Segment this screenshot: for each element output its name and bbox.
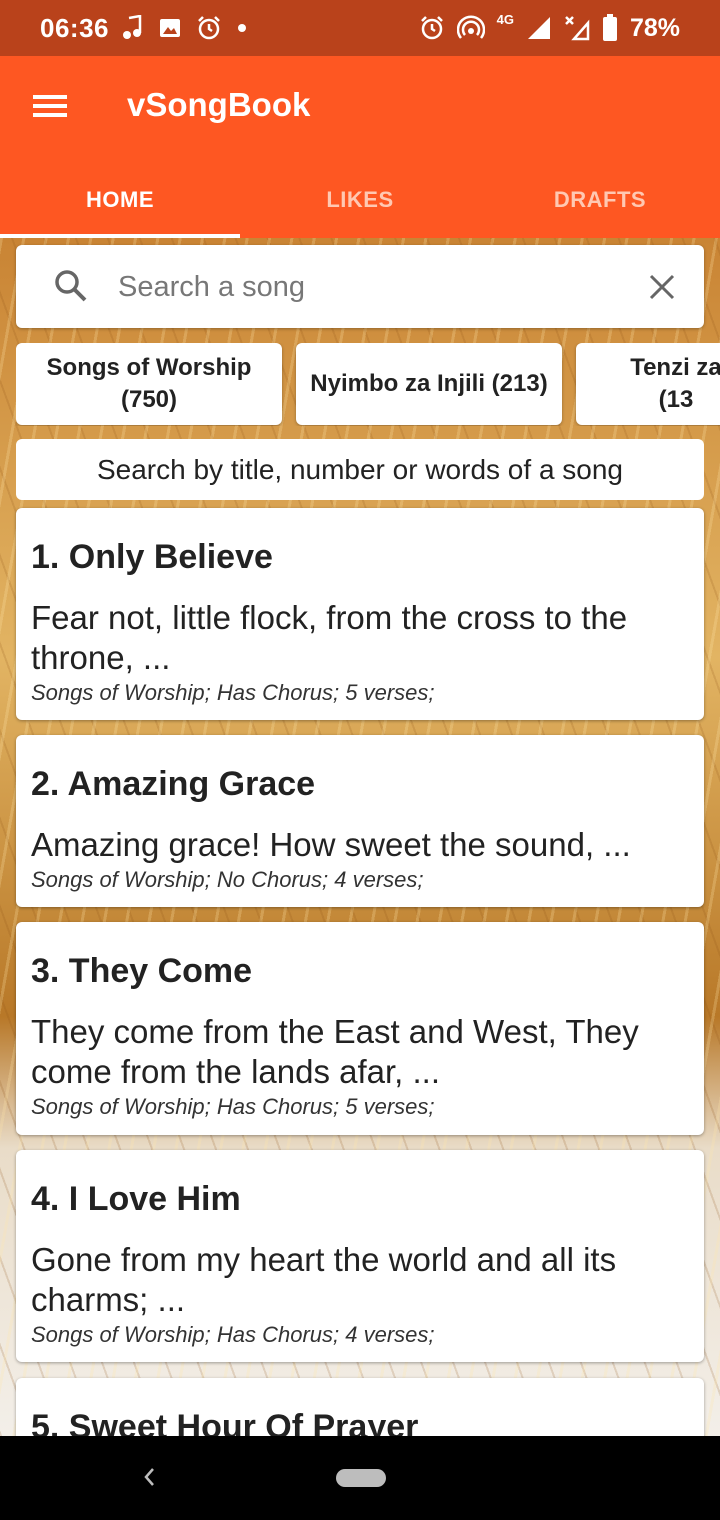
close-icon [649,274,675,300]
song-meta: Songs of Worship; Has Chorus; 5 verses; [31,1094,435,1119]
tab-drafts[interactable]: DRAFTS [480,162,720,238]
song-title: 5. Sweet Hour Of Prayer [31,1408,419,1436]
alarm-icon [420,16,443,40]
clear-search-button[interactable] [646,271,678,303]
song-card[interactable]: 2. Amazing Grace Amazing grace! How swee… [16,735,704,907]
search-input[interactable] [116,263,640,311]
home-content[interactable]: Songs of Worship (750) Nyimbo za Injili … [0,238,720,1436]
battery-icon [602,14,617,41]
status-time: 06:36 [40,13,109,43]
status-right-icons: 4G 78% [419,10,680,46]
tab-likes[interactable]: LIKES [240,162,480,238]
songbook-chips[interactable]: Songs of Worship (750) Nyimbo za Injili … [16,343,720,426]
search-box [16,245,704,328]
song-card[interactable]: 1. Only Believe Fear not, little flock, … [16,508,704,720]
signal-icon [527,17,550,39]
back-chevron-icon [144,1468,154,1486]
chip-songs-of-worship[interactable]: Songs of Worship (750) [16,343,282,425]
song-meta: Songs of Worship; No Chorus; 4 verses; [31,867,424,892]
menu-button[interactable] [22,84,78,128]
home-pill-button[interactable] [336,1469,386,1487]
system-nav-bar [0,1436,720,1520]
dot-icon [238,24,246,32]
signal-no-data-icon [565,16,590,41]
song-title: 1. Only Believe [31,538,273,576]
search-icon [55,270,87,302]
song-excerpt: They come from the East and West, They c… [31,1013,639,1090]
app-bar: vSongBook HOME LIKES DRAFTS [0,56,720,238]
status-left-icons [120,12,248,44]
chip-tenzi-za-rohoni[interactable]: Tenzi za (13 [576,343,720,425]
back-button[interactable] [132,1460,166,1494]
music-note-icon [123,15,142,39]
status-bar: 06:36 4G 78% [0,0,720,56]
network-type: 4G [496,12,514,27]
song-title: 2. Amazing Grace [31,765,316,803]
song-meta: Songs of Worship; Has Chorus; 5 verses; [31,680,435,705]
song-excerpt: Amazing grace! How sweet the sound, ... [31,826,631,863]
song-card[interactable]: 4. I Love Him Gone from my heart the wor… [16,1150,704,1362]
song-card[interactable]: 5. Sweet Hour Of Prayer [16,1378,704,1436]
battery-percent: 78% [629,13,680,42]
song-excerpt: Gone from my heart the world and all its… [31,1241,617,1318]
app-title: vSongBook [127,86,311,123]
search-hint: Search by title, number or words of a so… [16,439,704,500]
chip-nyimbo-za-injili[interactable]: Nyimbo za Injili (213) [296,343,562,425]
song-meta: Songs of Worship; Has Chorus; 4 verses; [31,1322,435,1347]
hamburger-menu-icon [33,95,67,117]
image-icon [160,19,180,37]
alarm-icon [198,16,220,40]
tab-home[interactable]: HOME [0,162,240,238]
song-title: 3. They Come [31,952,253,990]
hotspot-icon [456,15,485,39]
tab-bar: HOME LIKES DRAFTS [0,162,720,238]
song-excerpt: Fear not, little flock, from the cross t… [31,599,628,676]
song-title: 4. I Love Him [31,1180,241,1218]
song-card[interactable]: 3. They Come They come from the East and… [16,922,704,1135]
